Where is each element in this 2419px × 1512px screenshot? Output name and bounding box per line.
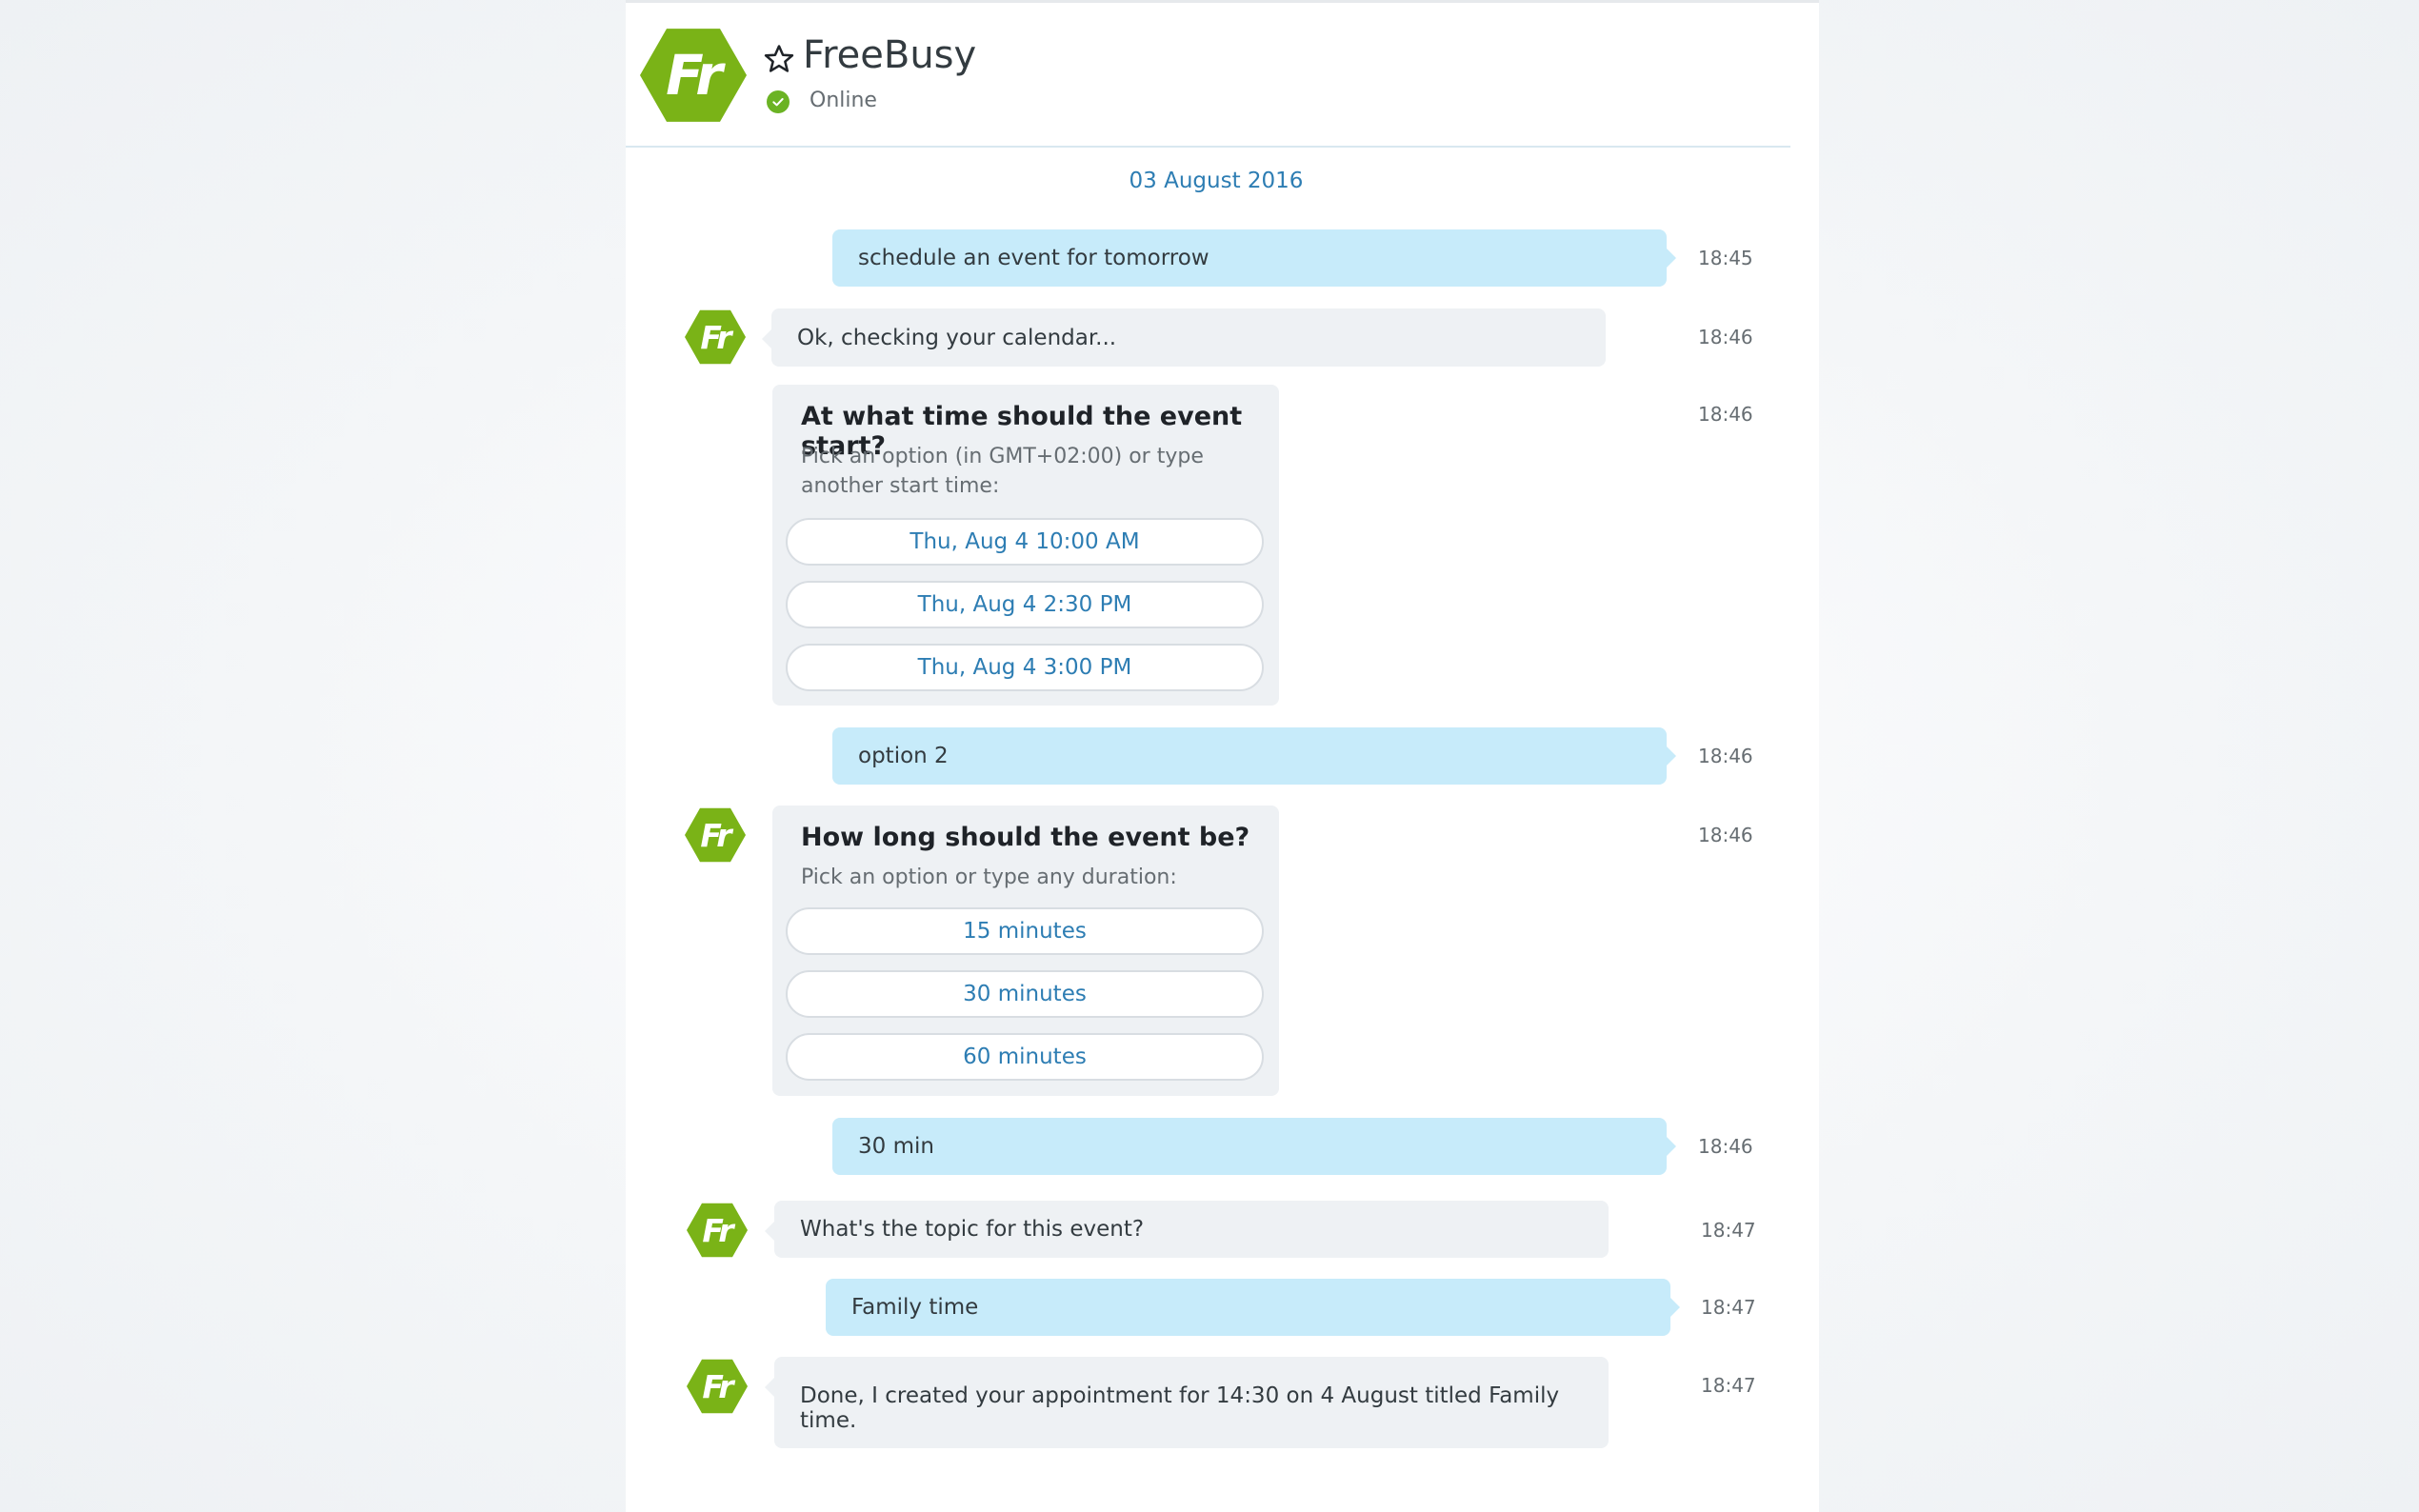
option-button[interactable]: Thu, Aug 4 10:00 AM [786,518,1264,566]
date-separator: 03 August 2016 [1129,169,1304,193]
contact-name: FreeBusy [803,33,977,77]
message-text: 30 min [858,1134,934,1159]
message-text: Ok, checking your calendar... [797,325,1117,350]
status-label: Online [810,89,877,112]
start-time-card: At what time should the event start? Pic… [772,385,1279,706]
message-time: 18:46 [1698,403,1753,426]
message-text: schedule an event for tomorrow [858,246,1210,270]
check-circle-icon [767,90,790,113]
bot-avatar-icon[interactable]: Fr [685,807,746,863]
message-text: Family time [851,1295,979,1320]
message-time: 18:47 [1701,1219,1756,1242]
freebusy-logo-avatar[interactable]: Fr [640,29,747,122]
outgoing-message[interactable]: Family time [826,1279,1680,1336]
duration-card: How long should the event be? Pick an op… [772,806,1279,1096]
outgoing-message[interactable]: schedule an event for tomorrow [832,229,1676,287]
message-text: Done, I created your appointment for 14:… [800,1383,1560,1433]
outgoing-message[interactable]: 30 min [832,1118,1676,1175]
message-time: 18:47 [1701,1296,1756,1319]
message-text: What's the topic for this event? [800,1217,1145,1242]
bot-avatar-icon[interactable]: Fr [687,1203,748,1258]
message-time: 18:46 [1698,745,1753,767]
message-time: 18:45 [1698,247,1753,269]
option-button[interactable]: 60 minutes [786,1033,1264,1081]
message-time: 18:47 [1701,1374,1756,1397]
message-time: 18:46 [1698,326,1753,348]
option-button[interactable]: Thu, Aug 4 2:30 PM [786,581,1264,628]
option-button[interactable]: 15 minutes [786,907,1264,955]
option-button[interactable]: 30 minutes [786,970,1264,1018]
incoming-message[interactable]: What's the topic for this event? [765,1201,1609,1258]
incoming-message[interactable]: Done, I created your appointment for 14:… [765,1357,1609,1448]
bot-avatar-icon[interactable]: Fr [685,309,746,365]
message-text: option 2 [858,744,949,768]
card-question: How long should the event be? [801,823,1250,852]
message-time: 18:46 [1698,1135,1753,1158]
incoming-message[interactable]: Ok, checking your calendar... [762,308,1606,367]
option-button[interactable]: Thu, Aug 4 3:00 PM [786,644,1264,691]
card-subtitle: Pick an option or type any duration: [801,865,1177,889]
message-time: 18:46 [1698,824,1753,846]
card-subtitle: Pick an option (in GMT+02:00) or type an… [801,445,1204,498]
chat-header: Fr FreeBusy Online [626,3,1790,148]
star-icon[interactable] [763,43,795,75]
bot-avatar-icon[interactable]: Fr [687,1359,748,1414]
chat-panel: Fr FreeBusy Online 03 August 2016 schedu… [626,0,1819,1512]
outgoing-message[interactable]: option 2 [832,727,1676,785]
